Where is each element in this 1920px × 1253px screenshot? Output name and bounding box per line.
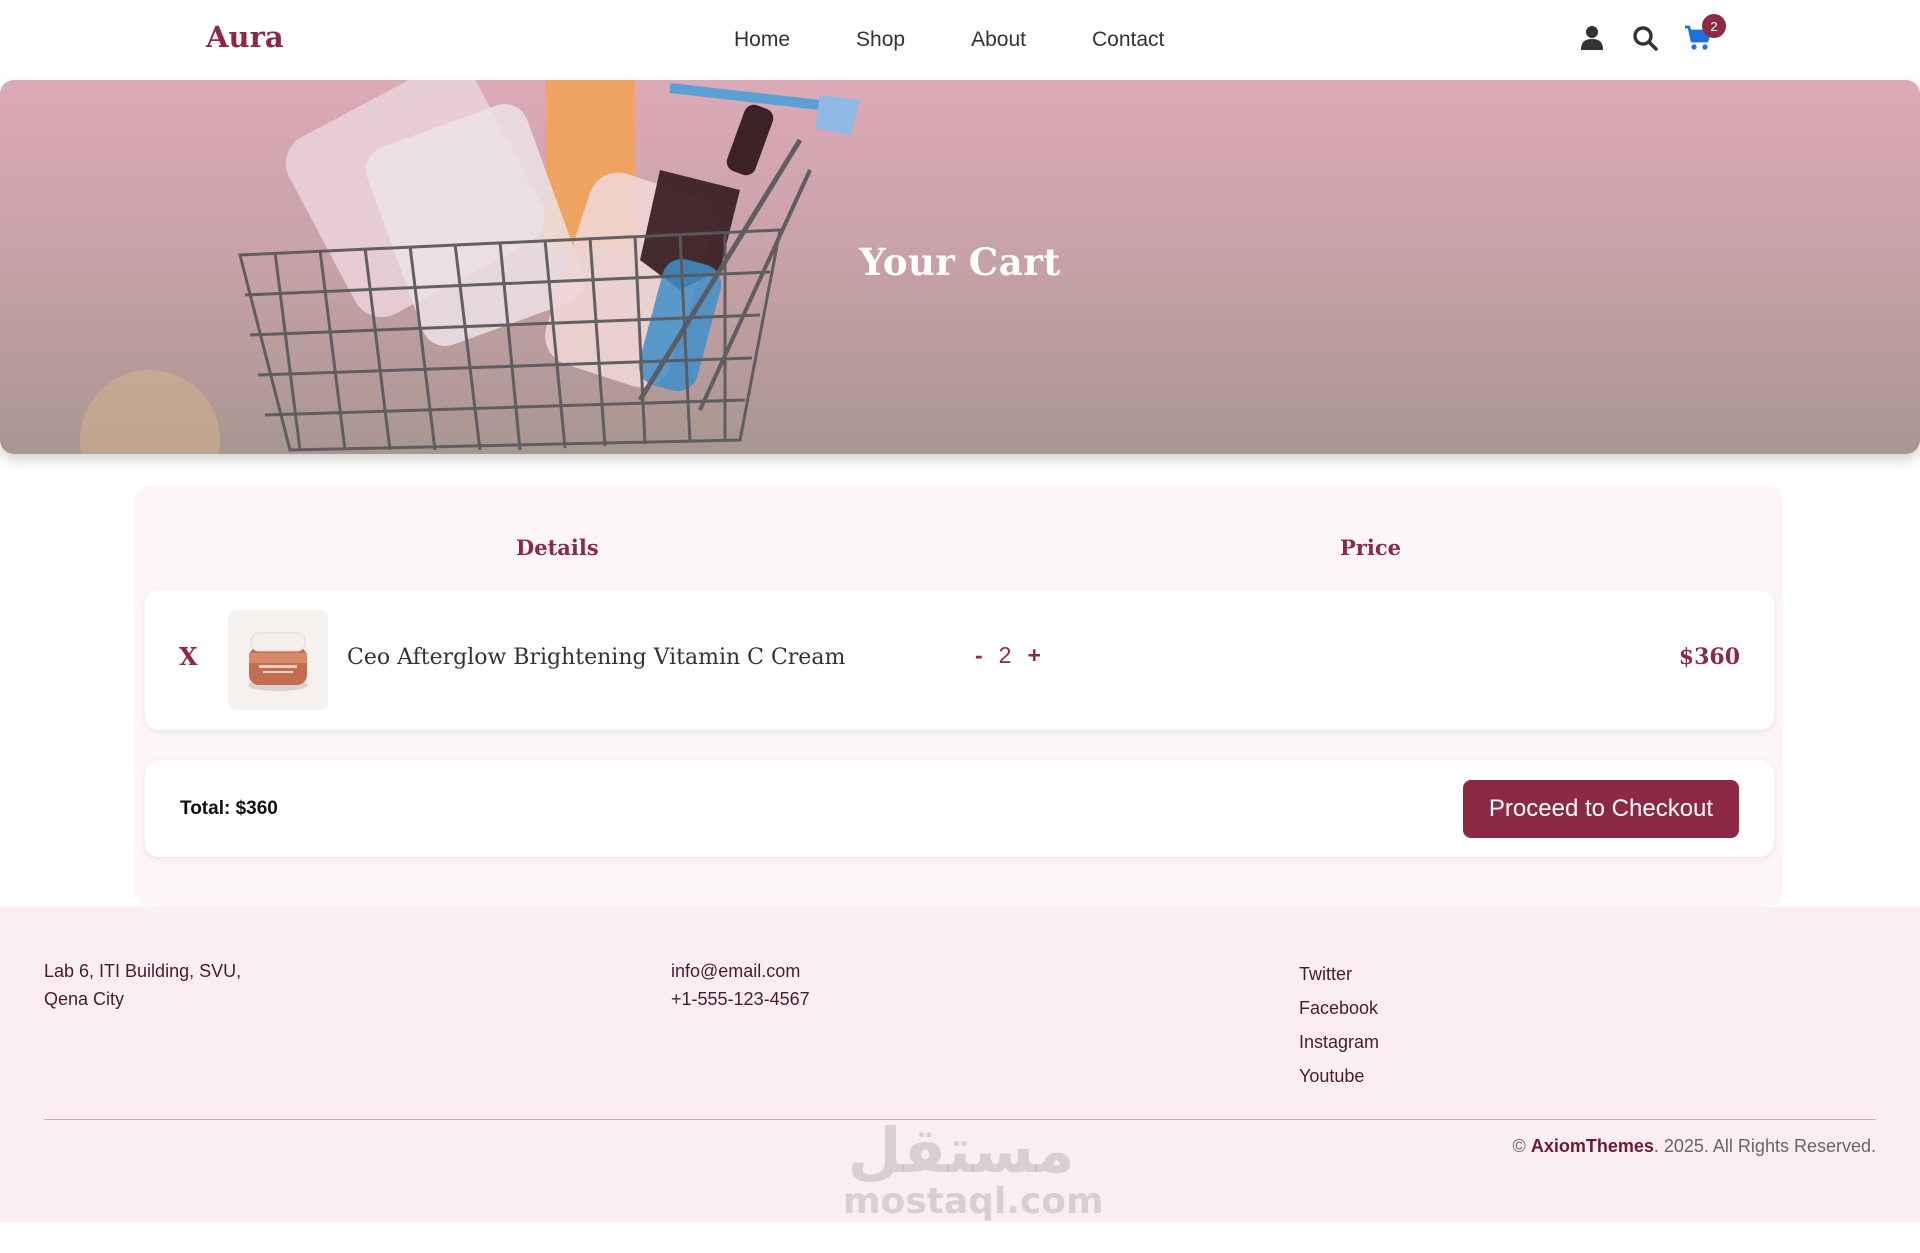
cart-summary: Total: $360 Proceed to Checkout (145, 760, 1774, 857)
address-line-1: Lab 6, ITI Building, SVU, (44, 961, 242, 981)
cart-item-row: X Ceo Afterglow Brightening Vitamin C Cr… (145, 590, 1774, 730)
product-thumbnail[interactable] (228, 610, 328, 710)
cart-count-badge: 2 (1702, 14, 1726, 38)
copyright-text: © AxiomThemes. 2025. All Rights Reserved… (1513, 1136, 1876, 1157)
footer-phone[interactable]: +1-555-123-4567 (671, 985, 810, 1013)
footer-email[interactable]: info@email.com (671, 957, 810, 985)
hero-banner: Your Cart (0, 80, 1920, 454)
column-header-price: Price (1340, 535, 1401, 560)
cart-panel: Details Price X Ceo Afterglow Brightenin… (135, 485, 1783, 907)
nav-home[interactable]: Home (734, 28, 790, 52)
social-link-twitter[interactable]: Twitter (1299, 957, 1379, 991)
watermark-latin: mostaql.com (843, 1181, 1104, 1222)
quantity-decrease-button[interactable]: - (975, 642, 983, 669)
watermark-arabic: مستقل (847, 1114, 1075, 1187)
site-header: Aura Home Shop About Contact 2 (0, 0, 1920, 80)
footer-contact: info@email.com +1-555-123-4567 (671, 957, 810, 1013)
proceed-to-checkout-button[interactable]: Proceed to Checkout (1463, 780, 1739, 838)
watermark: مستقل mostaql.com (843, 1114, 1104, 1222)
copyright-suffix: . 2025. All Rights Reserved. (1653, 1136, 1876, 1156)
cart-icon[interactable]: 2 (1684, 14, 1726, 54)
header-icons: 2 (1578, 14, 1726, 54)
footer-social-links: Twitter Facebook Instagram Youtube (1299, 957, 1379, 1093)
copyright-symbol: © (1512, 1136, 1526, 1156)
product-name[interactable]: Ceo Afterglow Brightening Vitamin C Crea… (347, 645, 845, 670)
address-line-2: Qena City (44, 989, 125, 1009)
social-link-youtube[interactable]: Youtube (1299, 1059, 1379, 1093)
social-link-instagram[interactable]: Instagram (1299, 1025, 1379, 1059)
brand-logo[interactable]: Aura (206, 20, 284, 54)
remove-item-button[interactable]: X (179, 642, 198, 671)
user-icon[interactable] (1578, 22, 1606, 54)
quantity-value: 2 (998, 642, 1012, 668)
social-link-facebook[interactable]: Facebook (1299, 991, 1379, 1025)
search-icon[interactable] (1631, 22, 1659, 54)
nav-contact[interactable]: Contact (1092, 28, 1164, 52)
quantity-increase-button[interactable]: + (1027, 642, 1040, 669)
cart-total: Total: $360 (180, 798, 278, 819)
nav-about[interactable]: About (971, 28, 1026, 52)
column-header-details: Details (516, 535, 599, 560)
page-title: Your Cart (859, 240, 1061, 284)
quantity-stepper: - 2 + (975, 642, 1041, 669)
nav-shop[interactable]: Shop (856, 28, 905, 52)
footer-address: Lab 6, ITI Building, SVU, Qena City (44, 957, 241, 1013)
item-price: $360 (1678, 644, 1740, 670)
main-nav: Home Shop About Contact (734, 28, 1164, 52)
copyright-brand-link[interactable]: AxiomThemes (1531, 1136, 1654, 1156)
